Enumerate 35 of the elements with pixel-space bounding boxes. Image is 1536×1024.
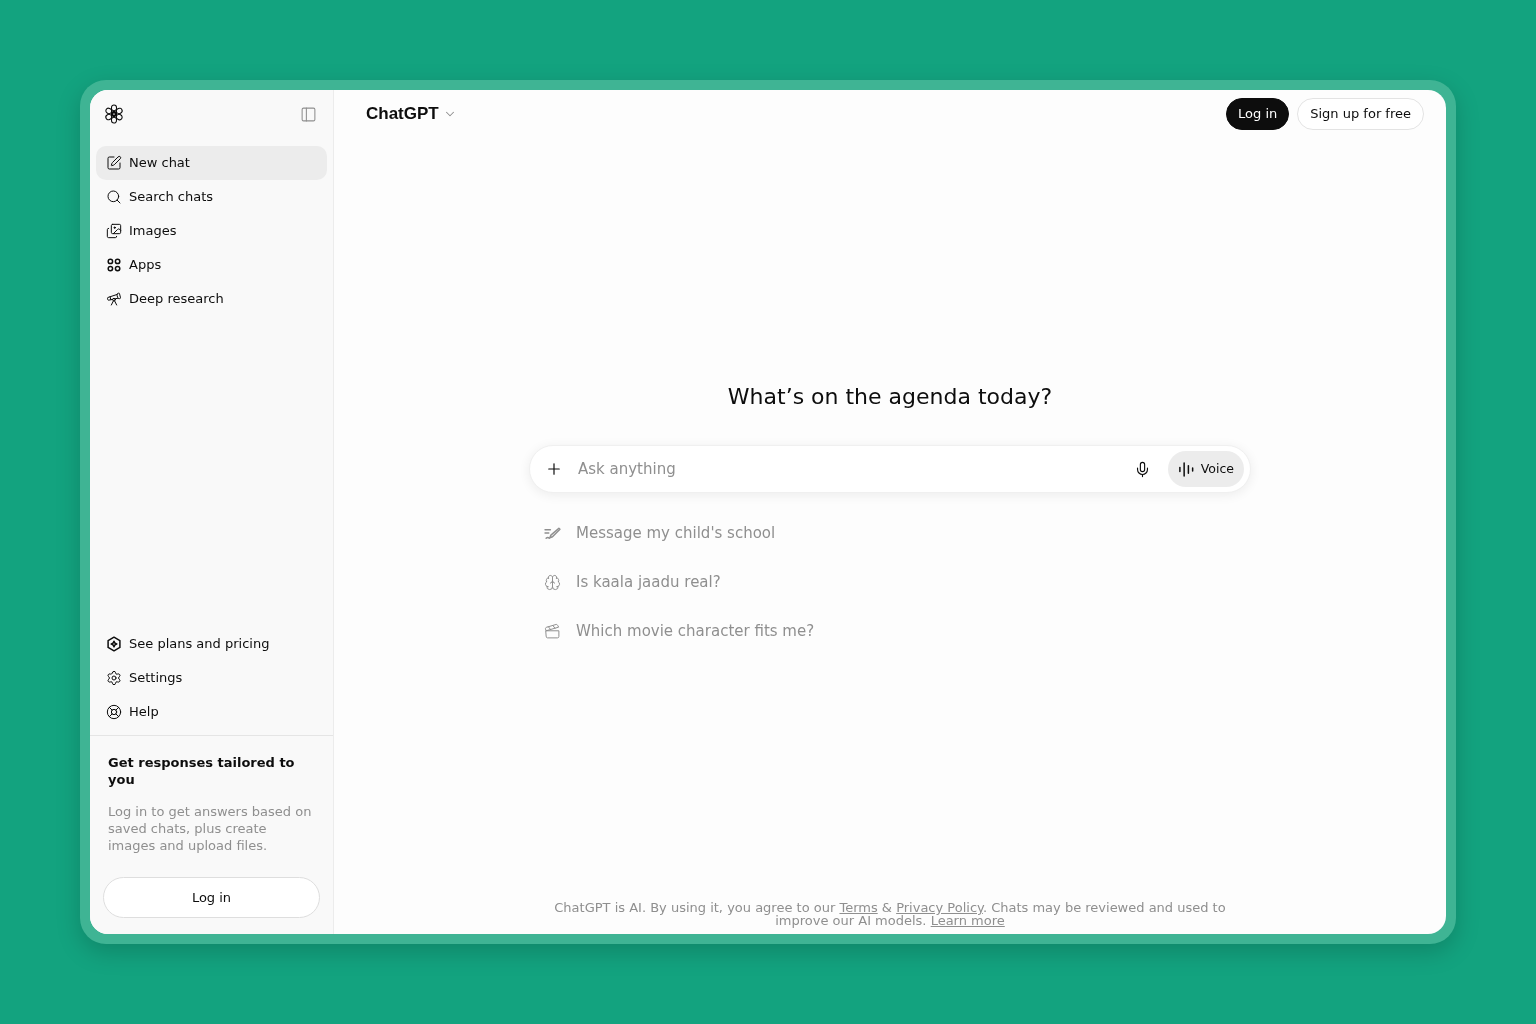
- sidebar-item[interactable]: See plans and pricing: [96, 627, 327, 661]
- clapperboard-icon: [544, 623, 561, 640]
- sidebar-item[interactable]: New chat: [96, 146, 327, 180]
- sidebar-item[interactable]: Settings: [96, 661, 327, 695]
- four-circles-icon: [106, 257, 122, 273]
- login-button[interactable]: Log in: [103, 877, 320, 918]
- telescope-icon: [106, 291, 122, 307]
- sidebar-item[interactable]: Apps: [96, 248, 327, 282]
- brain-icon: [544, 574, 561, 591]
- promo-text: Log in to get answers based on saved chats, plus create images and upload files.: [108, 803, 313, 854]
- footer-disclaimer: ChatGPT is AI. By using it, you agree to our Terms & Privacy Policy. Chats may be reviewed and used to improve our AI models. Learn more: [553, 901, 1227, 927]
- images-icon: [106, 223, 122, 239]
- login-button[interactable]: Log in: [1226, 98, 1290, 130]
- sidebar-toggle-icon[interactable]: [300, 105, 317, 123]
- model-selector[interactable]: ChatGPT: [366, 101, 457, 127]
- page-heading: What’s on the agenda today?: [727, 383, 1053, 411]
- promo-title: Get responses tailored to you: [108, 754, 296, 788]
- hexagon-sparkle-icon: [106, 636, 122, 652]
- add-button[interactable]: [545, 460, 563, 478]
- composer-bar[interactable]: Ask anything Voice: [529, 445, 1251, 493]
- sidebar-item[interactable]: Images: [96, 214, 327, 248]
- sidebar-item[interactable]: Help: [96, 695, 327, 729]
- plus-icon: [545, 460, 563, 478]
- search-icon: [106, 189, 122, 205]
- sidebar-item[interactable]: Search chats: [96, 180, 327, 214]
- voice-button[interactable]: Voice: [1167, 451, 1244, 487]
- message-input[interactable]: Ask anything: [578, 454, 1134, 484]
- signup-button[interactable]: Sign up for free: [1297, 98, 1424, 130]
- logo-icon[interactable]: [104, 104, 124, 124]
- sidebar-item[interactable]: Deep research: [96, 282, 327, 316]
- pen-lines-icon: [544, 525, 561, 542]
- settings-icon: [106, 670, 122, 686]
- lifebuoy-icon: [106, 704, 122, 720]
- sound-bars-icon: [1177, 460, 1195, 478]
- pencil-square-icon: [106, 155, 122, 171]
